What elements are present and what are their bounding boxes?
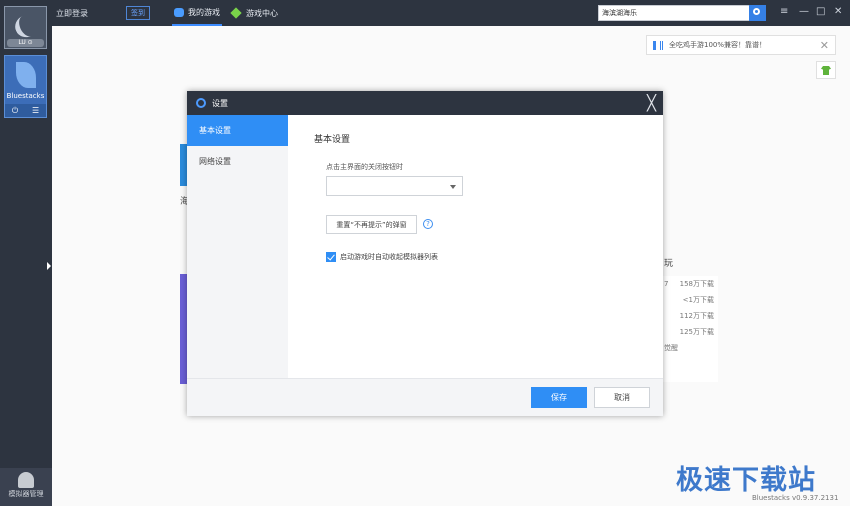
- close-action-label: 点击主界面的关闭按钮时: [326, 163, 403, 171]
- dialog-header: 设置 ╳: [187, 91, 663, 115]
- emulator-manager-button[interactable]: 模拟器管理: [0, 468, 52, 506]
- cancel-button[interactable]: 取消: [594, 387, 650, 408]
- bluestacks-leaf-icon: [16, 62, 36, 88]
- bluestacks-controls: ⏻ ☰: [5, 104, 46, 117]
- list-item[interactable]: 125万下载: [662, 324, 718, 340]
- save-button[interactable]: 保存: [531, 387, 587, 408]
- download-count: <1万下载: [682, 296, 714, 304]
- list-item[interactable]: 觉醒: [662, 340, 718, 356]
- tab-my-games[interactable]: 我的游戏: [172, 0, 222, 26]
- signin-button[interactable]: 签到: [126, 6, 150, 20]
- top-bar: 立即登录 签到 我的游戏 游戏中心 ≡ — □ ✕: [52, 0, 850, 26]
- nav-basic-settings[interactable]: 基本设置: [187, 115, 288, 146]
- list-item[interactable]: 112万下载: [662, 308, 718, 324]
- dialog-close-icon[interactable]: ╳: [647, 94, 656, 112]
- list-item[interactable]: 7 158万下载: [662, 276, 718, 292]
- emulator-manager-label: 模拟器管理: [8, 490, 44, 498]
- tab-game-center-label: 游戏中心: [246, 8, 278, 18]
- settings-dialog: 设置 ╳ 基本设置 网络设置 基本设置 点击主界面的关闭按钮时 重置“不再提示”…: [187, 91, 663, 416]
- avatar-badge: LU ⊙: [7, 39, 44, 47]
- notice-banner[interactable]: 全吃鸡手游100%兼容！靠谱！ ✕: [646, 35, 836, 55]
- bluestacks-app-tile[interactable]: Bluestacks ⏻ ☰: [4, 55, 47, 118]
- skin-button[interactable]: [816, 61, 836, 79]
- sidebar-expand-arrow-icon[interactable]: [47, 262, 51, 270]
- menu-icon[interactable]: ☰: [32, 106, 39, 115]
- list-item[interactable]: <1万下载: [662, 292, 718, 308]
- help-icon[interactable]: ?: [423, 219, 433, 229]
- speaker-icon: [653, 40, 663, 50]
- tab-my-games-label: 我的游戏: [188, 7, 220, 17]
- settings-panel: 基本设置 点击主界面的关闭按钮时 重置“不再提示”的弹窗 ? 启动游戏时自动收起…: [288, 115, 663, 378]
- notice-text: 全吃鸡手游100%兼容！靠谱！: [669, 41, 767, 49]
- download-count: 125万下载: [679, 328, 714, 336]
- power-icon[interactable]: ⏻: [12, 106, 18, 116]
- avatar-logo-icon: [11, 10, 43, 42]
- download-count: 158万下载: [679, 280, 714, 288]
- list-item-partial: 觉醒: [664, 344, 678, 352]
- search-box: [598, 5, 750, 21]
- cube-icon: [230, 7, 242, 19]
- settings-nav: 基本设置 网络设置: [187, 115, 288, 378]
- chevron-down-icon: [450, 185, 456, 189]
- user-avatar[interactable]: LU ⊙: [4, 6, 47, 49]
- login-link[interactable]: 立即登录: [56, 8, 88, 19]
- tab-game-center[interactable]: 游戏中心: [230, 0, 278, 26]
- gamepad-icon: [174, 7, 184, 17]
- dialog-footer: 保存 取消: [187, 378, 663, 416]
- auto-collapse-checkbox[interactable]: [326, 252, 336, 262]
- section-title-partial: 玩: [664, 259, 674, 269]
- android-icon: [18, 472, 34, 488]
- menu-button[interactable]: ≡: [780, 6, 788, 17]
- reset-popups-button[interactable]: 重置“不再提示”的弹窗: [326, 215, 417, 234]
- left-sidebar: LU ⊙ Bluestacks ⏻ ☰ 模拟器管理: [0, 0, 52, 506]
- version-label: Bluestacks v0.9.37.2131: [752, 494, 839, 502]
- download-list: 7 158万下载 <1万下载 112万下载 125万下载 觉醒: [662, 276, 718, 382]
- search-input[interactable]: [599, 6, 729, 20]
- gear-icon: [196, 98, 206, 108]
- shirt-icon: [821, 66, 831, 75]
- section-title: 基本设置: [314, 135, 351, 145]
- notice-close-icon[interactable]: ✕: [820, 39, 829, 52]
- close-window-button[interactable]: ✕: [834, 6, 842, 17]
- watermark: 极速下载站: [676, 465, 816, 496]
- minimize-button[interactable]: —: [799, 6, 809, 17]
- search-icon: [753, 8, 760, 15]
- dialog-title: 设置: [212, 98, 228, 108]
- close-action-select[interactable]: [326, 176, 463, 196]
- search-button[interactable]: [749, 5, 766, 21]
- auto-collapse-label[interactable]: 启动游戏时自动收起模拟器列表: [340, 252, 438, 262]
- bluestacks-label: Bluestacks: [6, 92, 45, 100]
- download-count: 112万下载: [679, 312, 714, 320]
- maximize-button[interactable]: □: [816, 6, 825, 17]
- nav-network-settings[interactable]: 网络设置: [187, 146, 288, 177]
